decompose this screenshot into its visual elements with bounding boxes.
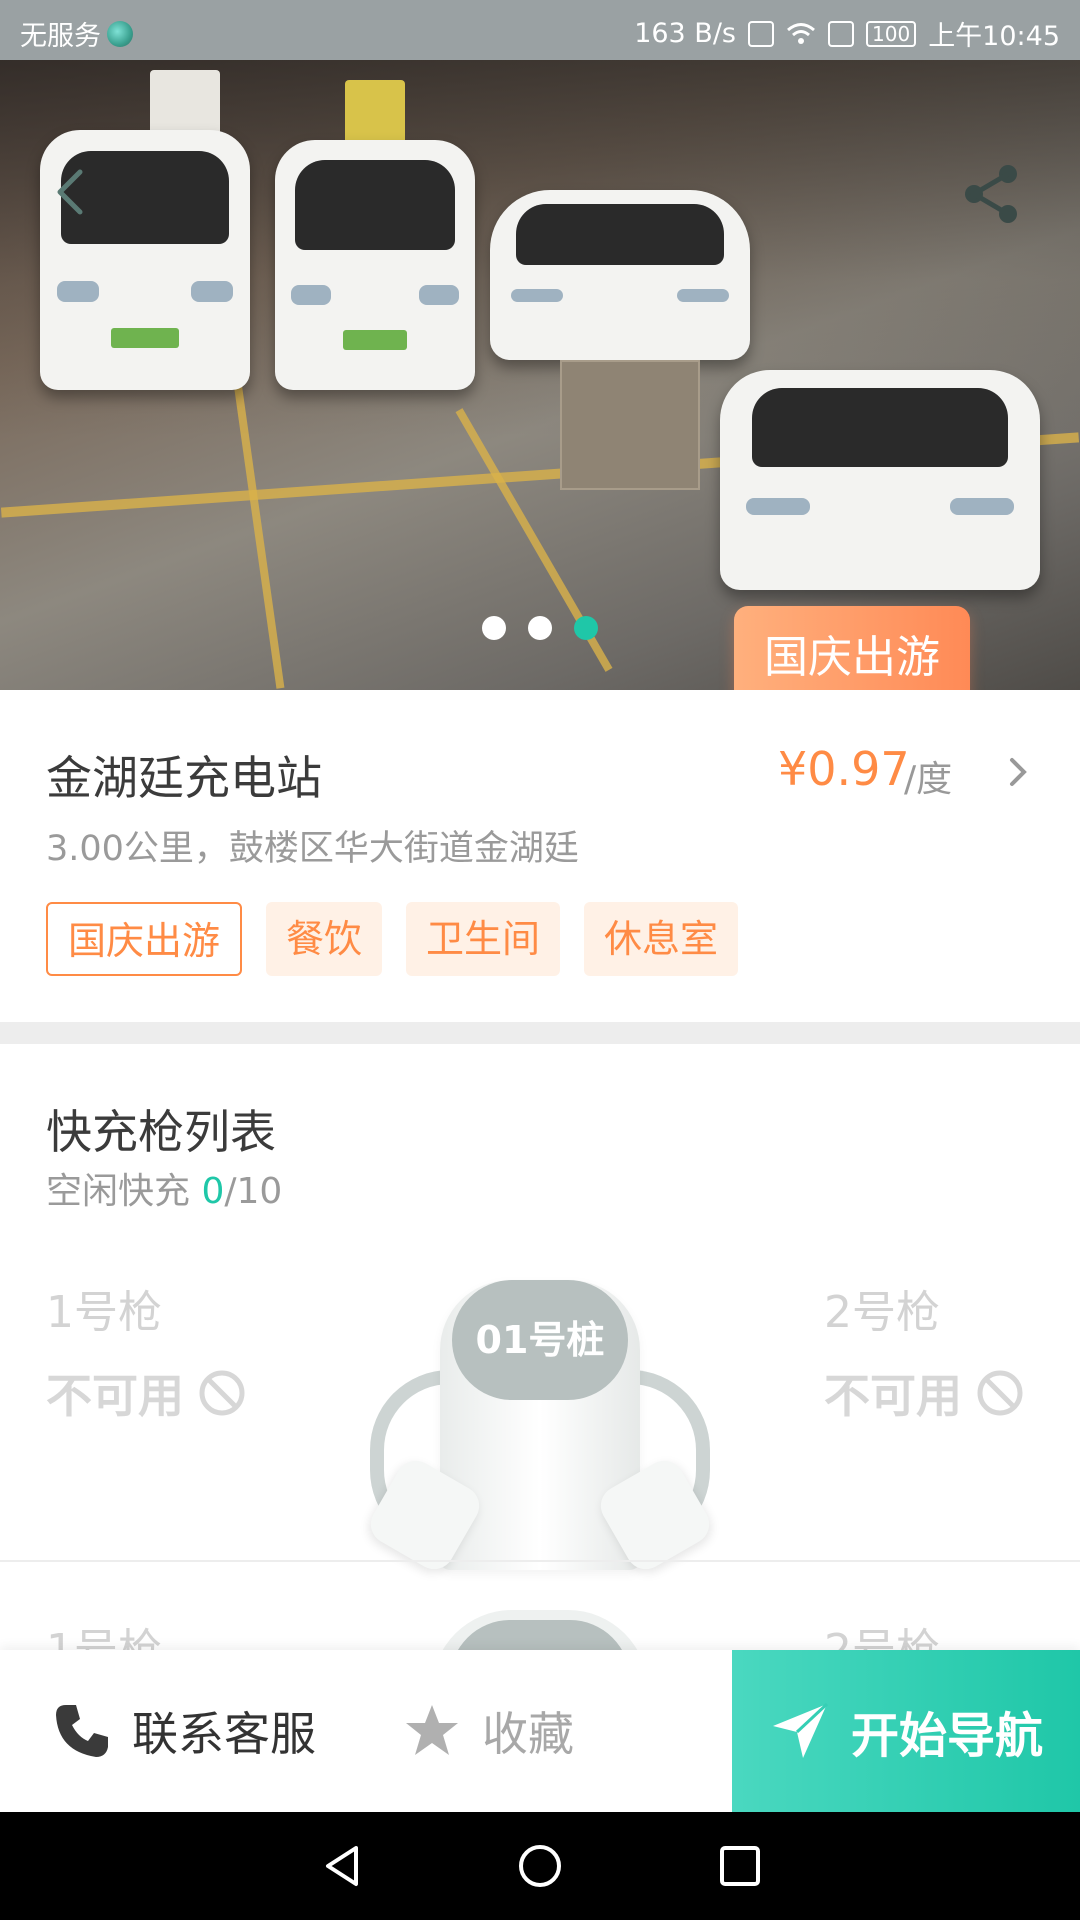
gun-2-status: 不可用 xyxy=(824,1360,1024,1426)
gun-2-status-text: 不可用 xyxy=(824,1369,962,1423)
favorite-button[interactable]: 收藏 xyxy=(402,1650,574,1812)
station-tags: 国庆出游 餐饮 卫生间 休息室 xyxy=(46,902,739,976)
carousel-dot xyxy=(482,616,506,640)
status-bar: 无服务 163 B/s 100 上午10:45 xyxy=(0,0,1080,60)
system-home-icon[interactable] xyxy=(516,1842,564,1890)
gun-2-label: 2号枪 xyxy=(824,1287,940,1338)
idle-summary: 空闲快充 0/10 xyxy=(46,1162,282,1214)
status-right: 163 B/s 100 上午10:45 xyxy=(634,14,1060,53)
network-speed: 163 B/s xyxy=(634,18,736,49)
idle-total: /10 xyxy=(224,1171,283,1212)
price-unit: /度 xyxy=(904,759,953,800)
favorite-label: 收藏 xyxy=(482,1707,574,1761)
gun-1-status: 不可用 xyxy=(46,1360,246,1426)
gun-1-status-text: 不可用 xyxy=(46,1369,184,1423)
start-navigation-button[interactable]: 开始导航 xyxy=(732,1650,1080,1812)
idle-count: 0 xyxy=(201,1171,225,1212)
contact-service-label: 联系客服 xyxy=(132,1707,316,1761)
navigation-arrow-icon xyxy=(772,1702,829,1758)
tag-lounge: 休息室 xyxy=(584,902,739,976)
system-back-icon[interactable] xyxy=(318,1842,366,1890)
car-photo xyxy=(490,190,750,360)
phone-icon xyxy=(56,1705,108,1757)
tag-promo[interactable]: 国庆出游 xyxy=(46,902,243,976)
status-left: 无服务 xyxy=(20,14,133,53)
back-icon[interactable] xyxy=(48,168,96,216)
section-divider xyxy=(0,1022,1080,1044)
chevron-right-icon[interactable] xyxy=(1000,754,1036,790)
pile-row-separator xyxy=(0,1560,1080,1562)
unavailable-icon xyxy=(199,1370,245,1416)
app-notification-icon xyxy=(107,20,133,47)
system-recents-icon[interactable] xyxy=(716,1842,764,1890)
system-navigation-bar xyxy=(0,1812,1080,1920)
price-value: ¥0.97 xyxy=(778,742,910,796)
idle-label: 空闲快充 xyxy=(46,1171,191,1212)
station-name: 金湖廷充电站 xyxy=(46,751,322,805)
carousel-dot xyxy=(528,616,552,640)
bottom-action-bar: 联系客服 收藏 开始导航 xyxy=(0,1650,1080,1812)
start-navigation-label: 开始导航 xyxy=(850,1708,1043,1764)
unavailable-icon xyxy=(977,1370,1023,1416)
wifi-icon xyxy=(787,22,815,44)
car-photo xyxy=(275,140,475,390)
brick-pillar xyxy=(560,360,700,490)
battery-indicator: 100 xyxy=(866,20,917,47)
vibrate-icon xyxy=(748,20,774,47)
clock: 上午10:45 xyxy=(928,21,1060,52)
share-icon[interactable] xyxy=(960,162,1024,226)
tag-dining: 餐饮 xyxy=(266,902,383,976)
carrier-text: 无服务 xyxy=(20,21,101,52)
station-address: 3.00公里，鼓楼区华大街道金湖廷 xyxy=(46,829,579,869)
alert-icon xyxy=(828,20,854,47)
star-icon xyxy=(406,1705,458,1755)
tag-restroom: 卫生间 xyxy=(406,902,561,976)
gun-1-label: 1号枪 xyxy=(46,1287,162,1338)
charging-pile-illustration[interactable]: 01号桩 xyxy=(363,1270,717,1577)
station-photo-carousel[interactable] xyxy=(0,60,1080,690)
charger-list-title: 快充枪列表 xyxy=(46,1105,276,1159)
station-info: 金湖廷充电站 ¥0.97 /度 3.00公里，鼓楼区华大街道金湖廷 国庆出游 餐… xyxy=(0,690,1080,1020)
car-photo xyxy=(720,370,1040,590)
contact-service-button[interactable]: 联系客服 xyxy=(52,1650,316,1812)
pile-name: 01号桩 xyxy=(452,1280,628,1400)
carousel-dot-active xyxy=(574,616,598,640)
